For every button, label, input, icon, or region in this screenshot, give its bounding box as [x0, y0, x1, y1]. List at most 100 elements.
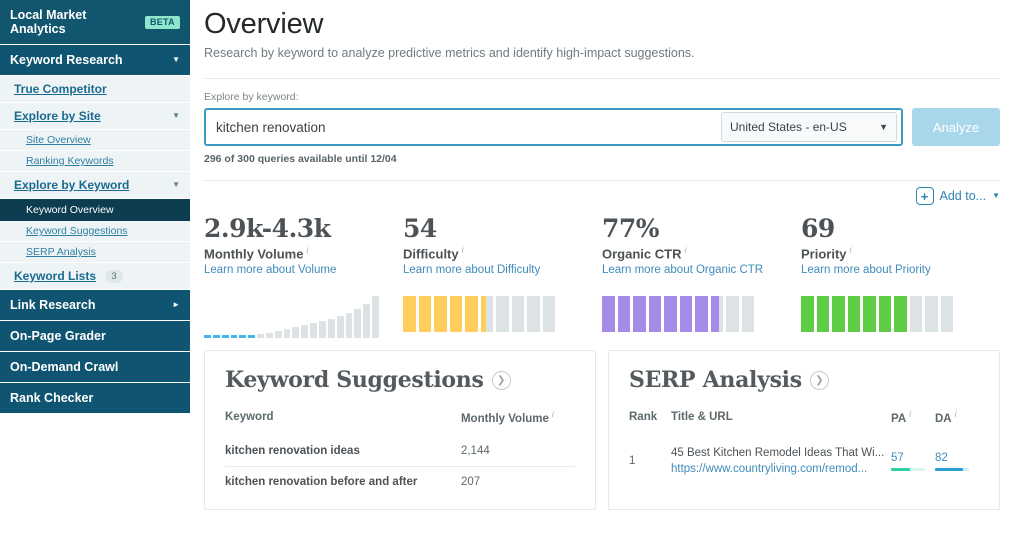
table-row[interactable]: kitchen renovation ideas 2,144	[225, 436, 575, 467]
sidebar-item-ranking-keywords[interactable]: Ranking Keywords	[0, 151, 190, 172]
chevron-right-circle-icon[interactable]: ❯	[491, 370, 511, 390]
info-icon[interactable]: i	[955, 409, 957, 419]
info-icon[interactable]: i	[306, 245, 308, 255]
sidebar-section-on-demand-crawl[interactable]: On-Demand Crawl	[0, 352, 190, 384]
sidebar-item-label: SERP Analysis	[26, 246, 96, 258]
metric-label: Monthly Volume i	[204, 244, 309, 262]
plus-icon: +	[915, 187, 934, 206]
sidebar-item-keyword-overview[interactable]: Keyword Overview	[0, 199, 201, 221]
column-header-da: DA i	[935, 409, 957, 425]
locale-select[interactable]: United States - en-US ▼	[721, 112, 897, 143]
serp-analysis-panel: SERP Analysis ❯ Rank Title & URL PA i DA i	[608, 350, 1000, 511]
chevron-right-circle-icon[interactable]: ❯	[809, 370, 829, 390]
metric-label: Difficulty i	[403, 244, 464, 262]
cell-pa: 57	[891, 436, 935, 487]
pa-bar	[891, 467, 925, 471]
cell-keyword: kitchen renovation before and after	[225, 466, 461, 497]
sidebar-item-explore-by-keyword[interactable]: Explore by Keyword ▼	[0, 172, 190, 199]
sparkline-bar	[248, 335, 256, 339]
segment-bar	[617, 296, 630, 333]
column-header-title-url: Title & URL	[671, 411, 733, 424]
segment-bar	[695, 296, 708, 333]
segment-bar	[602, 296, 615, 333]
sidebar-section-label: Rank Checker	[10, 391, 94, 406]
sparkline-bar	[274, 331, 282, 339]
sidebar-item-label: Ranking Keywords	[26, 155, 114, 167]
brand-label: Local Market Analytics	[10, 8, 87, 36]
segment-bar	[847, 296, 860, 333]
metric-learn-more-link[interactable]: Learn more about Difficulty	[403, 264, 602, 276]
serp-analysis-table: Rank Title & URL PA i DA i 1 45 Best Kit…	[629, 409, 979, 486]
da-bar	[935, 467, 969, 471]
analyze-button[interactable]: Analyze	[912, 108, 1000, 147]
cell-da: 82	[935, 436, 979, 487]
segment-bar	[940, 296, 953, 333]
sidebar-item-label: Keyword Overview	[26, 204, 114, 216]
segment-bar	[648, 296, 661, 333]
segment-bar	[496, 296, 509, 333]
segment-bar	[465, 296, 478, 333]
serp-result-title[interactable]: 45 Best Kitchen Remodel Ideas That Wi...	[671, 445, 886, 461]
sparkline-bar	[265, 333, 273, 339]
keyword-lists-count-badge: 3	[105, 270, 123, 284]
sparkline-bar	[327, 319, 335, 339]
segment-bar	[894, 296, 907, 333]
segment-bar	[832, 296, 845, 333]
cell-volume: 2,144	[460, 445, 490, 457]
chevron-down-icon: ▼	[172, 180, 180, 189]
monthly-volume-sparkline-chart	[204, 296, 379, 339]
beta-badge: BETA	[144, 15, 180, 29]
info-icon[interactable]: i	[462, 245, 464, 255]
sidebar-item-label: Explore by Keyword	[14, 178, 130, 192]
sidebar-section-label: On-Demand Crawl	[10, 360, 119, 375]
table-row[interactable]: kitchen renovation before and after 207	[225, 466, 575, 497]
search-input[interactable]	[216, 119, 721, 135]
sparkline-bar	[204, 335, 211, 339]
segment-bar	[909, 296, 922, 333]
serp-result-url[interactable]: https://www.countryliving.com/remod...	[671, 461, 886, 477]
sidebar-item-keyword-lists[interactable]: Keyword Lists 3	[0, 263, 190, 291]
sidebar-section-keyword-research[interactable]: Keyword Research ▼	[0, 45, 190, 76]
search-label: Explore by keyword:	[204, 91, 299, 104]
panel-title-label: SERP Analysis	[629, 367, 802, 394]
metric-priority: 69 Priority i Learn more about Priority	[801, 215, 1000, 338]
keyword-suggestions-panel: Keyword Suggestions ❯ Keyword Monthly Vo…	[204, 350, 596, 511]
sidebar-item-label: Keyword Lists	[14, 269, 97, 283]
metric-learn-more-link[interactable]: Learn more about Organic CTR	[602, 264, 801, 276]
sidebar: Local Market Analytics BETA Keyword Rese…	[0, 0, 201, 547]
sidebar-item-explore-by-site[interactable]: Explore by Site ▼	[0, 103, 190, 130]
info-icon[interactable]: i	[684, 245, 686, 255]
info-icon[interactable]: i	[850, 245, 852, 255]
sparkline-bar	[354, 309, 362, 339]
info-icon[interactable]: i	[909, 409, 911, 419]
cell-keyword: kitchen renovation ideas	[225, 445, 360, 457]
segment-bar	[878, 296, 891, 333]
search-box[interactable]: United States - en-US ▼	[204, 108, 903, 147]
table-row[interactable]: 1 45 Best Kitchen Remodel Ideas That Wi.…	[629, 436, 979, 487]
sidebar-item-serp-analysis[interactable]: SERP Analysis	[0, 242, 190, 263]
metric-value: 69	[801, 214, 835, 244]
info-icon[interactable]: i	[552, 409, 554, 419]
sidebar-section-link-research[interactable]: Link Research ►	[0, 290, 190, 322]
sparkline-bar	[318, 321, 326, 339]
page-subtitle: Research by keyword to analyze predictiv…	[204, 46, 695, 61]
metric-value: 77%	[602, 214, 660, 244]
column-header-monthly-volume: Monthly Volume i	[460, 409, 554, 425]
metric-learn-more-link[interactable]: Learn more about Volume	[204, 264, 403, 276]
cell-rank: 1	[629, 455, 636, 468]
add-to-button[interactable]: + Add to... ▼	[915, 187, 1000, 206]
page-title: Overview	[204, 8, 324, 40]
sidebar-item-true-competitor[interactable]: True Competitor	[0, 76, 190, 103]
sidebar-item-site-overview[interactable]: Site Overview	[0, 130, 190, 151]
metric-learn-more-link[interactable]: Learn more about Priority	[801, 264, 1000, 276]
sparkline-bar	[301, 325, 309, 339]
segment-bar	[403, 296, 416, 333]
sidebar-section-on-page-grader[interactable]: On-Page Grader	[0, 321, 190, 353]
sparkline-bar	[230, 335, 238, 339]
segment-bar	[863, 296, 876, 333]
chevron-down-icon: ▼	[992, 191, 1000, 201]
search-row: United States - en-US ▼ Analyze	[204, 108, 1000, 147]
sidebar-item-keyword-suggestions[interactable]: Keyword Suggestions	[0, 221, 190, 242]
sidebar-section-rank-checker[interactable]: Rank Checker	[0, 383, 190, 415]
addto-row: + Add to... ▼	[190, 181, 1014, 206]
